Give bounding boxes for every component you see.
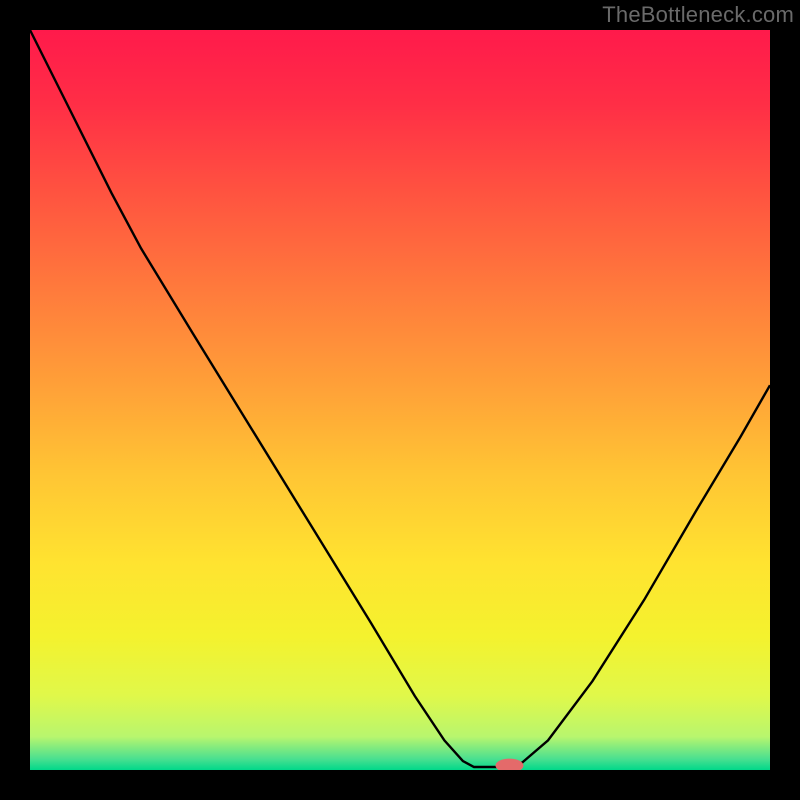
plot-svg bbox=[30, 30, 770, 770]
plot-area bbox=[30, 30, 770, 770]
chart-frame: TheBottleneck.com bbox=[0, 0, 800, 800]
gradient-background bbox=[30, 30, 770, 770]
watermark-text: TheBottleneck.com bbox=[602, 2, 794, 28]
